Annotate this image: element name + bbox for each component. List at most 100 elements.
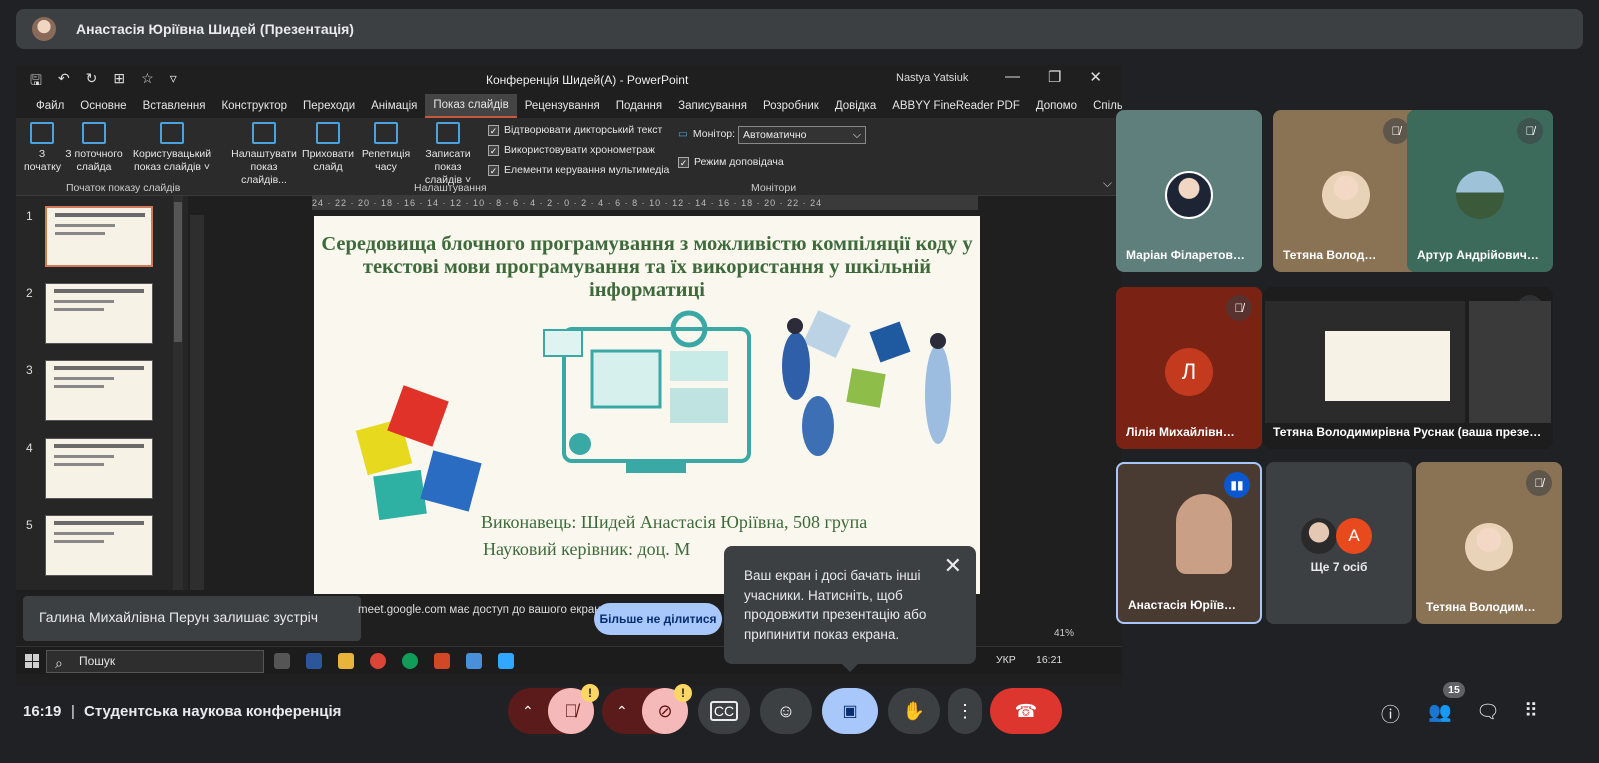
narration-checkbox[interactable]: ✓ Відтворювати дикторський текст (488, 124, 662, 136)
ribbon-tab[interactable]: Файл (28, 95, 72, 117)
ribbon-tab[interactable]: Вставлення (135, 95, 214, 117)
ribbon-tab[interactable]: Основне (72, 95, 134, 117)
presenter-view-checkbox[interactable]: ✓ Режим доповідача (678, 156, 784, 168)
more-participants-tile[interactable]: A Ще 7 осіб (1266, 462, 1412, 624)
ribbon-tab[interactable]: Рецензування (517, 95, 608, 117)
ribbon-tab[interactable]: Розробник (755, 95, 827, 117)
participant-tile-screenshare[interactable]: 🎙̸ Тетяна Володимирівна Руснак (ваша пре… (1263, 287, 1553, 449)
more-options-button[interactable]: ⋮ (948, 688, 982, 734)
rehearse-timings-button[interactable]: Репетиція часу (361, 122, 411, 174)
timings-checkbox[interactable]: ✓ Використовувати хронометраж (488, 144, 655, 156)
horizontal-ruler: 24 · 22 · 20 · 18 · 16 · 14 · 12 · 10 · … (312, 196, 978, 210)
star-icon[interactable]: ☆ (141, 70, 154, 94)
windows-start-icon[interactable] (25, 654, 39, 668)
restore-icon[interactable]: ❐ (1048, 68, 1061, 86)
raise-hand-button[interactable]: ✋ (888, 688, 940, 734)
ribbon-tab[interactable]: Переходи (295, 95, 363, 117)
slide-thumb-4[interactable] (45, 438, 153, 499)
app-icon[interactable] (466, 653, 482, 669)
end-call-button[interactable]: ☎ (990, 688, 1062, 734)
ribbon-tab[interactable]: Показ слайдів (425, 94, 517, 118)
meeting-info-icon[interactable]: ⓘ (1381, 700, 1400, 727)
redo-icon[interactable]: ↻ (86, 70, 98, 94)
taskbar-time[interactable]: 16:21 (1036, 654, 1062, 666)
zoom-level[interactable]: 41% (1054, 628, 1074, 639)
still-sharing-popup[interactable]: Ваш екран і досі бачать інші учасники. Н… (724, 546, 976, 664)
participant-name: Тетяна Волод… (1283, 248, 1377, 262)
participant-tile[interactable]: 🎙̸ Л Лілія Михайлівн… (1116, 287, 1262, 449)
presenter-banner: Анастасія Юріївна Шидей (Презентація) (16, 9, 1583, 49)
collapse-ribbon-icon[interactable]: ⌵ (1103, 176, 1112, 191)
nested-tiles-preview (1469, 301, 1551, 423)
save-icon[interactable]: 🖫 (30, 70, 42, 94)
file-explorer-icon[interactable] (338, 653, 354, 669)
powerpoint-icon[interactable] (434, 653, 450, 669)
ribbon-tab[interactable]: ABBYY FineReader PDF (884, 95, 1028, 117)
current-slide[interactable]: Середовища блочного програмування з можл… (314, 216, 980, 594)
ribbon-tab[interactable]: Довідка (827, 95, 884, 117)
person-kneeling (802, 396, 834, 456)
ribbon-tab[interactable]: Конструктор (213, 95, 295, 117)
present-icon[interactable]: ⊞ (113, 70, 125, 94)
play-icon (30, 122, 54, 144)
participant-tile[interactable]: 🎙̸ Артур Андрійович… (1407, 110, 1553, 272)
ribbon-tab[interactable]: Записування (670, 95, 755, 117)
minimize-icon[interactable]: — (1005, 68, 1020, 86)
setup-icon (252, 122, 276, 144)
activities-icon[interactable]: ⠿ (1524, 700, 1538, 723)
word-icon[interactable] (306, 653, 322, 669)
stop-sharing-button[interactable]: Більше не ділитися (594, 603, 722, 635)
hide-slide-button[interactable]: Приховати слайд (302, 122, 354, 174)
slide-play-icon (82, 122, 106, 144)
mic-off-icon: 🎙̸ (1226, 295, 1252, 321)
window-card (543, 329, 583, 357)
camera-options-chevron-icon[interactable]: ⌃ (616, 703, 628, 720)
chat-icon[interactable]: 🗨 (1476, 700, 1500, 724)
camera-warning-icon: ! (674, 684, 692, 702)
mic-options-chevron-icon[interactable]: ⌃ (522, 703, 534, 720)
setup-show-button[interactable]: Налаштувати показ слайдів... (228, 122, 300, 187)
people-icon[interactable]: 👥 (1428, 700, 1452, 724)
slide-thumb-2[interactable] (45, 283, 153, 344)
ribbon-tab[interactable]: Анімація (363, 95, 425, 117)
from-start-button[interactable]: З початку (24, 122, 61, 174)
close-icon[interactable]: ✕ (1089, 68, 1102, 86)
ribbon-tab[interactable]: Подання (608, 95, 670, 117)
slide-thumb-1[interactable] (45, 206, 153, 267)
photoshop-icon[interactable] (498, 653, 514, 669)
reactions-button[interactable]: ☺ (760, 688, 812, 734)
captions-button[interactable]: CC (698, 688, 750, 734)
custom-show-button[interactable]: Користувацький показ слайдів ˅ (132, 122, 212, 174)
ribbon-tab[interactable]: Допомо (1028, 95, 1085, 117)
task-view-icon[interactable] (274, 653, 290, 669)
participant-tile[interactable]: Маріан Філаретов… (1116, 110, 1262, 272)
from-current-button[interactable]: З поточного слайда (62, 122, 126, 174)
speaking-indicator-icon: ▮▮ (1224, 472, 1250, 498)
participant-avatar (1301, 518, 1337, 554)
participant-avatar (1456, 171, 1504, 219)
participant-tile[interactable]: 🎙̸ Тетяна Волод… (1273, 110, 1419, 272)
undo-icon[interactable]: ↶ (58, 70, 70, 94)
puzzle-blue (420, 450, 482, 512)
present-screen-icon: ▣ (842, 703, 858, 720)
slide-thumb-5[interactable] (45, 515, 153, 576)
thumb-number: 4 (26, 441, 33, 455)
participant-tile[interactable]: 🎙̸ Тетяна Володим… (1416, 462, 1562, 624)
monitor-select[interactable]: Автоматично ⌵ (738, 126, 866, 144)
taskbar-search[interactable]: ⌕ Пошук (46, 650, 264, 673)
close-icon[interactable]: ✕ (944, 555, 962, 576)
chrome-icon[interactable] (370, 653, 386, 669)
keyboard-language[interactable]: УКР (996, 654, 1016, 666)
content-block (670, 351, 728, 381)
slide-thumb-3[interactable] (45, 360, 153, 421)
customize-icon[interactable]: ▿ (170, 70, 177, 94)
media-controls-checkbox[interactable]: ✓ Елементи керування мультимедіа (488, 164, 669, 176)
footer-separator: | (71, 703, 75, 720)
participant-initial-avatar: A (1336, 518, 1372, 554)
participant-tile-self[interactable]: ▮▮ Анастасія Юріїв… (1116, 462, 1262, 624)
chrome-profile-icon[interactable] (402, 653, 418, 669)
mic-warning-icon: ! (581, 684, 599, 702)
present-button[interactable]: ▣ (822, 688, 878, 734)
record-show-button[interactable]: Записати показ слайдів ˅ (411, 122, 485, 187)
thumbs-scrollbar[interactable] (173, 196, 183, 590)
